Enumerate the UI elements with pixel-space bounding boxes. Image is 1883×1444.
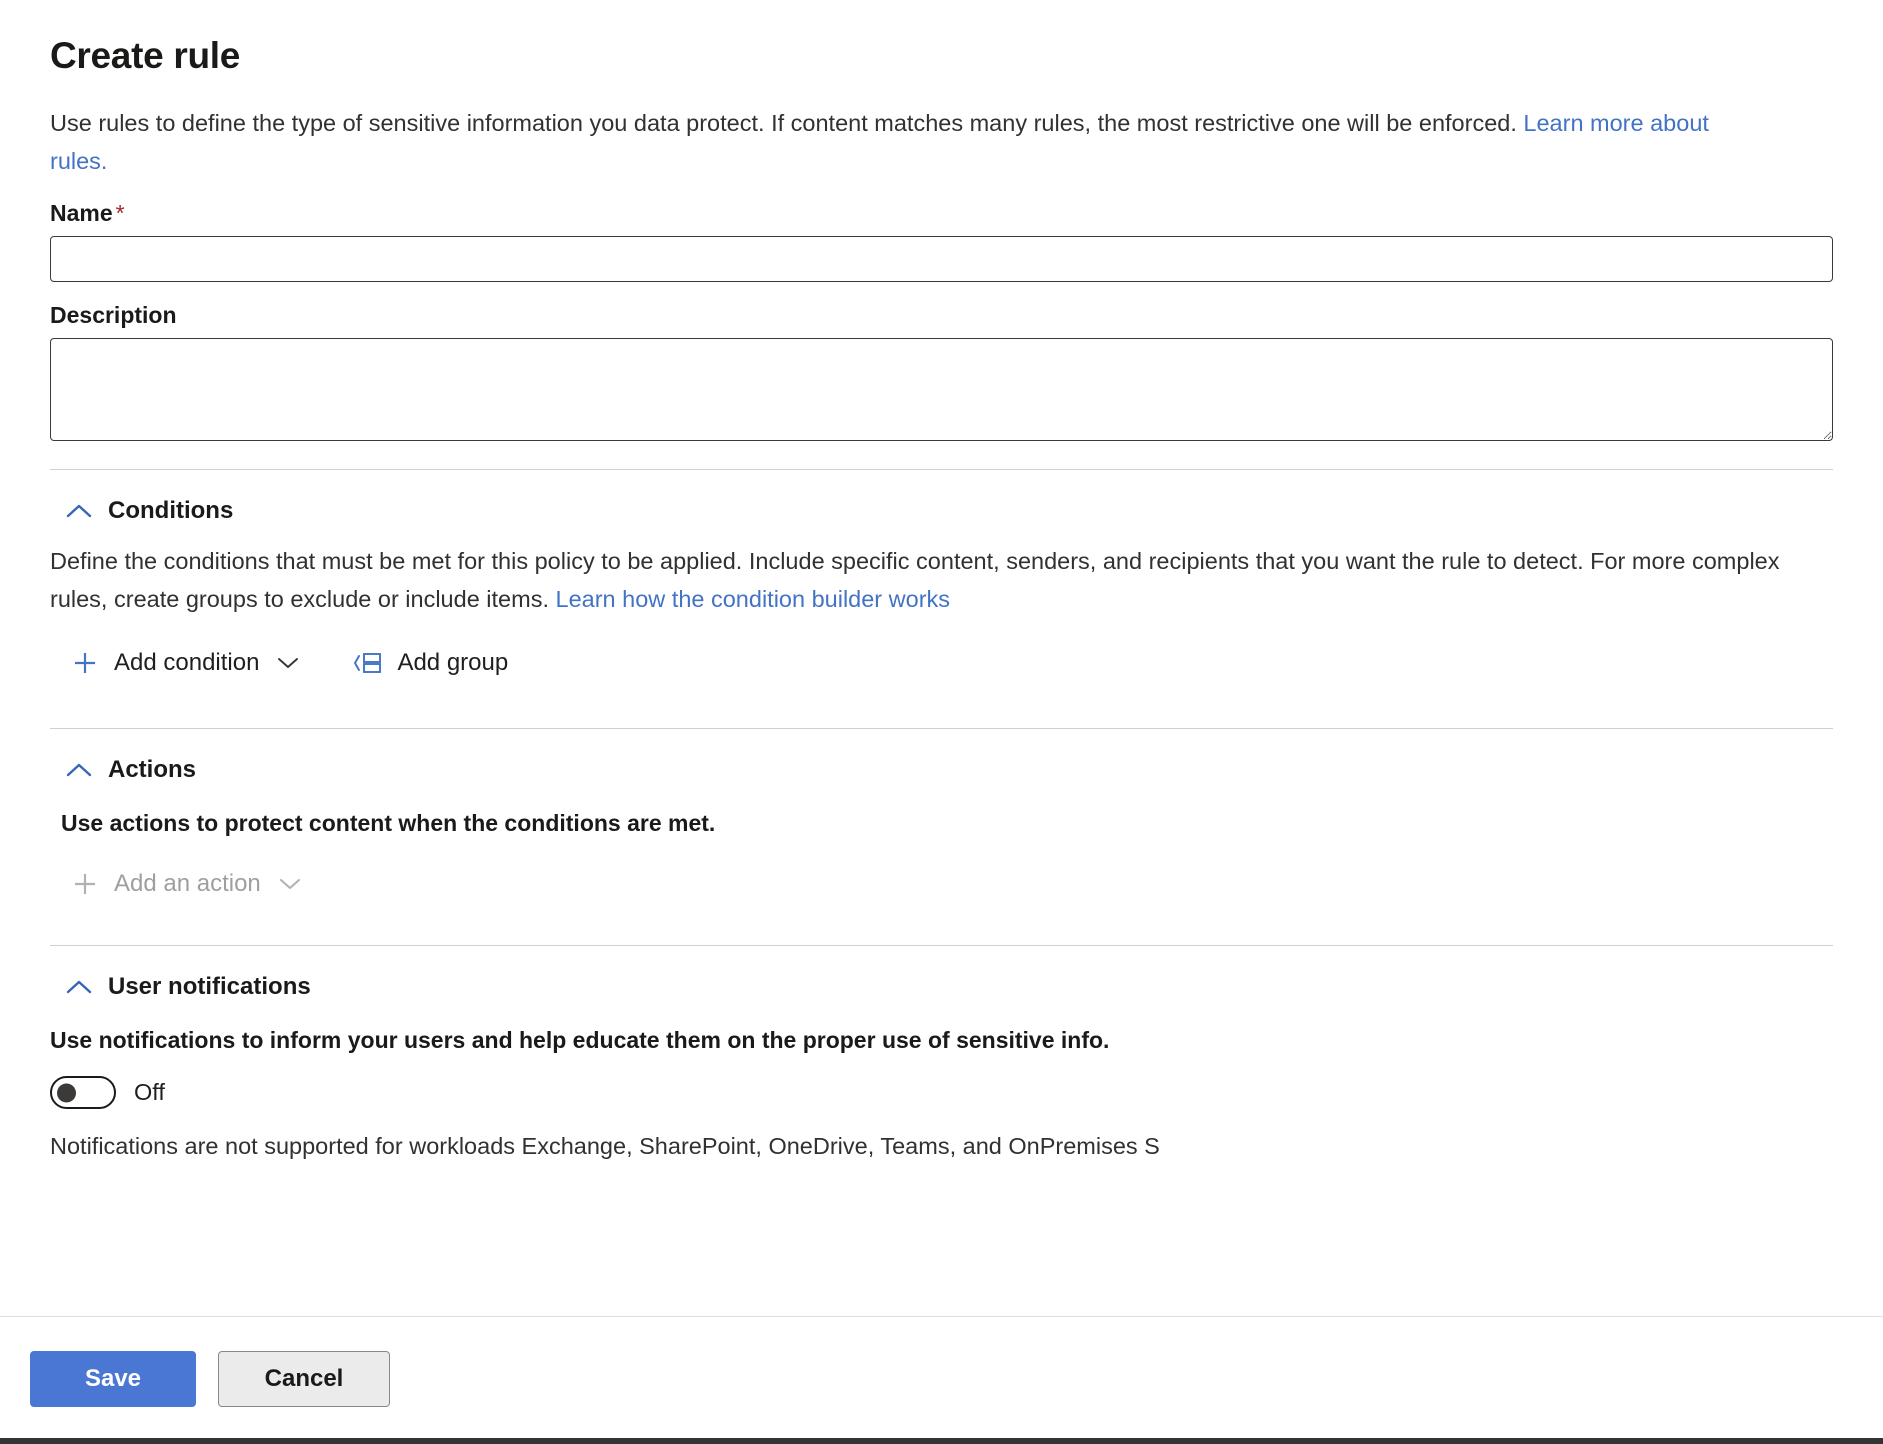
user-notifications-toggle[interactable] (50, 1076, 116, 1109)
description-textarea[interactable] (50, 338, 1833, 441)
chevron-down-icon (275, 873, 305, 895)
divider-after-description (50, 469, 1833, 470)
window-bottom-edge (0, 1438, 1883, 1444)
chevron-up-icon[interactable] (64, 976, 94, 998)
actions-command-row: Add an action (68, 865, 1833, 903)
conditions-command-row: Add condition Add group (68, 644, 1833, 682)
description-field-label: Description (50, 300, 1833, 330)
user-notifications-toggle-row: Off (50, 1076, 1833, 1109)
add-group-icon (353, 652, 383, 674)
user-notifications-clipped-note: Notifications are not supported for work… (50, 1127, 1810, 1165)
save-button[interactable]: Save (30, 1351, 196, 1407)
actions-description: Use actions to protect content when the … (61, 807, 1833, 839)
user-notifications-title: User notifications (108, 972, 311, 1002)
add-group-label: Add group (397, 648, 508, 678)
toggle-knob (57, 1083, 76, 1102)
chevron-up-icon[interactable] (64, 500, 94, 522)
add-an-action-button[interactable]: Add an action (68, 865, 307, 903)
condition-builder-link[interactable]: Learn how the condition builder works (556, 586, 951, 612)
name-label-text: Name (50, 200, 113, 226)
plus-icon (70, 873, 100, 895)
chevron-up-icon[interactable] (64, 759, 94, 781)
create-rule-panel: Create rule Use rules to define the type… (0, 0, 1883, 1444)
chevron-down-icon (273, 652, 303, 674)
name-input[interactable] (50, 236, 1833, 282)
conditions-description: Define the conditions that must be met f… (50, 542, 1810, 618)
divider-after-conditions (50, 728, 1833, 729)
actions-title: Actions (108, 755, 196, 785)
user-notifications-description: Use notifications to inform your users a… (50, 1024, 1833, 1056)
add-condition-button[interactable]: Add condition (68, 644, 305, 682)
add-group-button[interactable]: Add group (351, 644, 510, 682)
conditions-title: Conditions (108, 496, 233, 526)
panel-content-scroll-region[interactable]: Create rule Use rules to define the type… (0, 0, 1883, 1316)
required-asterisk: * (116, 200, 125, 226)
cancel-button[interactable]: Cancel (218, 1351, 390, 1407)
plus-icon (70, 652, 100, 674)
panel-footer: Save Cancel (0, 1316, 1883, 1440)
add-condition-label: Add condition (114, 648, 259, 678)
actions-section-header[interactable]: Actions (64, 755, 196, 785)
page-title: Create rule (50, 0, 1833, 80)
divider-after-actions (50, 945, 1833, 946)
conditions-section-header[interactable]: Conditions (64, 496, 233, 526)
name-field-label: Name* (50, 198, 1833, 228)
user-notifications-section-header[interactable]: User notifications (64, 972, 311, 1002)
add-an-action-label: Add an action (114, 869, 261, 899)
intro-sentence: Use rules to define the type of sensitiv… (50, 110, 1523, 136)
user-notifications-toggle-state: Off (134, 1079, 165, 1106)
panel-intro-text: Use rules to define the type of sensitiv… (50, 104, 1770, 180)
